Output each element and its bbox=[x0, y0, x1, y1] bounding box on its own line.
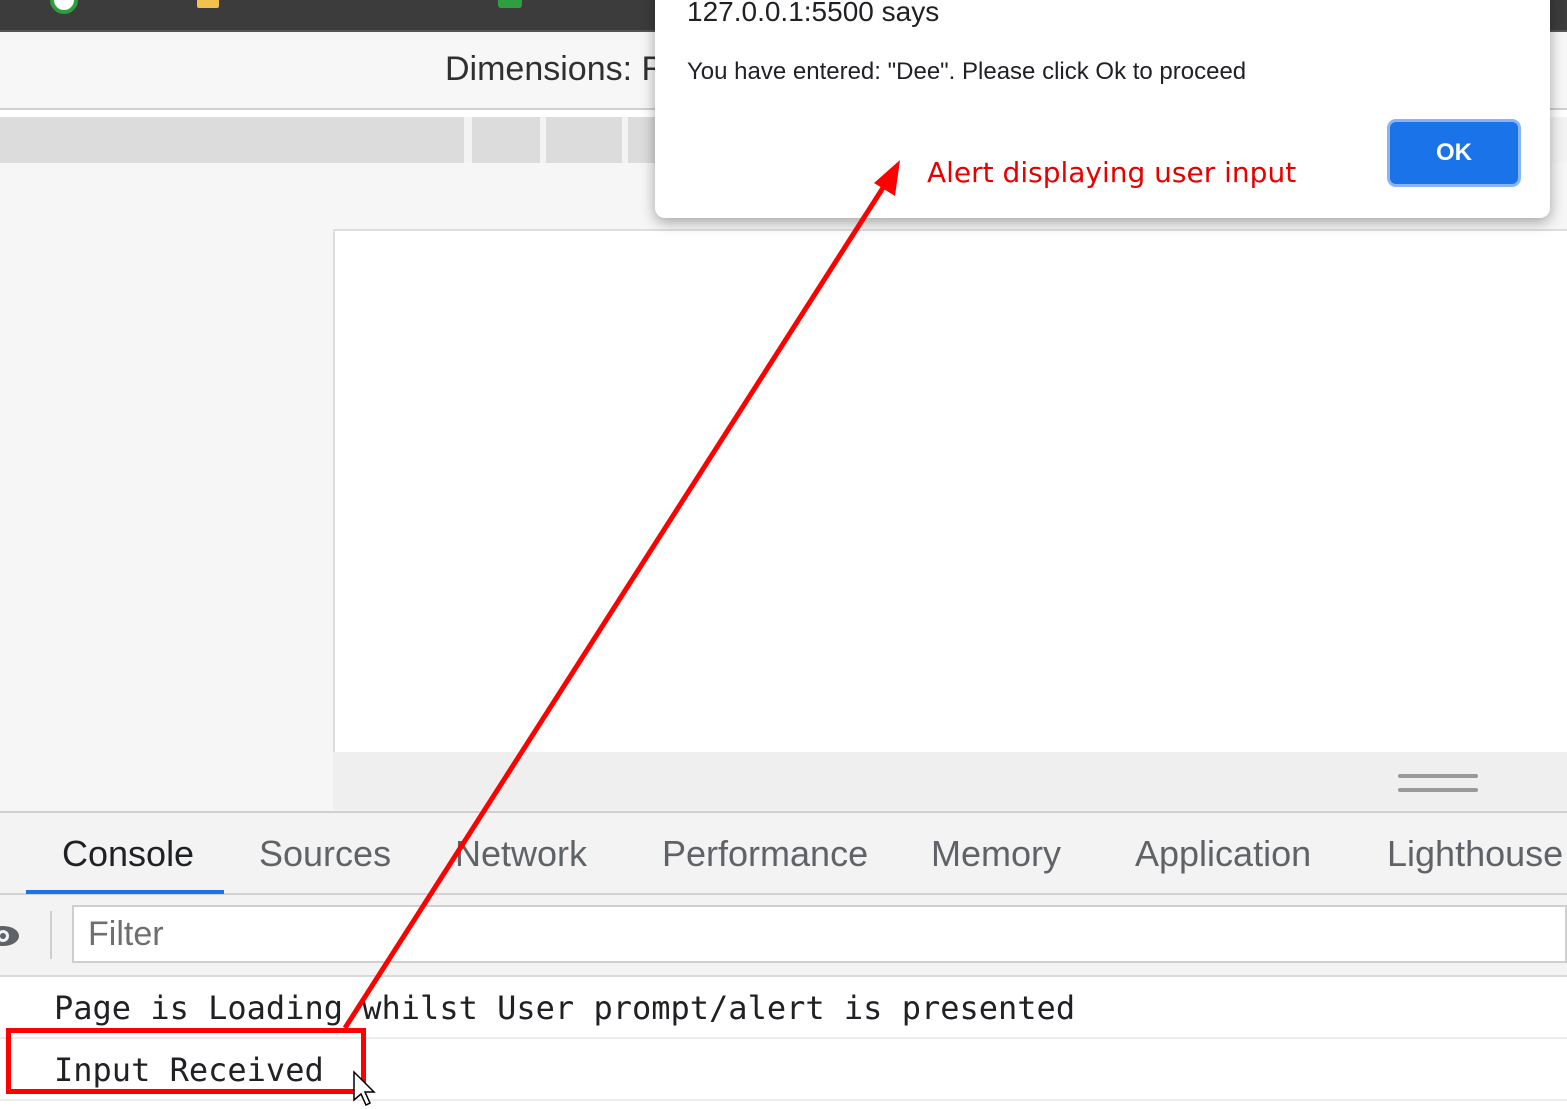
active-tab-indicator bbox=[26, 890, 224, 894]
media-query-segment[interactable] bbox=[0, 117, 464, 163]
ok-button[interactable]: OK bbox=[1390, 122, 1518, 184]
tab-console[interactable]: Console bbox=[62, 833, 194, 875]
tab-application[interactable]: Application bbox=[1135, 833, 1311, 875]
folder-icon[interactable] bbox=[197, 0, 219, 8]
alert-message: You have entered: "Dee". Please click Ok… bbox=[687, 58, 1247, 85]
tab-performance[interactable]: Performance bbox=[662, 833, 868, 875]
toolbar-divider bbox=[50, 911, 52, 959]
media-query-segment[interactable] bbox=[628, 117, 658, 163]
bookmark-icon[interactable] bbox=[498, 0, 522, 8]
console-toolbar bbox=[0, 895, 1567, 977]
tab-sources[interactable]: Sources bbox=[259, 833, 391, 875]
console-filter-input[interactable] bbox=[72, 905, 1567, 963]
mouse-cursor-icon bbox=[353, 1070, 376, 1107]
browser-icon[interactable] bbox=[50, 0, 78, 14]
annotation-highlight-box bbox=[6, 1028, 366, 1094]
annotation-label: Alert displaying user input bbox=[927, 156, 1297, 189]
devtools-tabbar: Console Sources Network Performance Memo… bbox=[0, 813, 1567, 895]
resize-handle-line[interactable] bbox=[1398, 774, 1478, 778]
dimensions-label[interactable]: Dimensions: R bbox=[445, 50, 666, 89]
alert-title: 127.0.0.1:5500 says bbox=[687, 0, 940, 27]
media-query-segment[interactable] bbox=[546, 117, 622, 163]
tab-lighthouse[interactable]: Lighthouse bbox=[1387, 833, 1563, 875]
resize-handle-line[interactable] bbox=[1398, 788, 1478, 792]
tab-memory[interactable]: Memory bbox=[931, 833, 1061, 875]
tab-network[interactable]: Network bbox=[455, 833, 587, 875]
page-viewport[interactable] bbox=[333, 229, 1567, 753]
eye-icon[interactable] bbox=[0, 919, 20, 953]
console-message-text: Page is Loading whilst User prompt/alert… bbox=[54, 989, 1076, 1027]
media-query-segment[interactable] bbox=[472, 117, 540, 163]
viewport-resize-bar[interactable] bbox=[333, 752, 1567, 810]
